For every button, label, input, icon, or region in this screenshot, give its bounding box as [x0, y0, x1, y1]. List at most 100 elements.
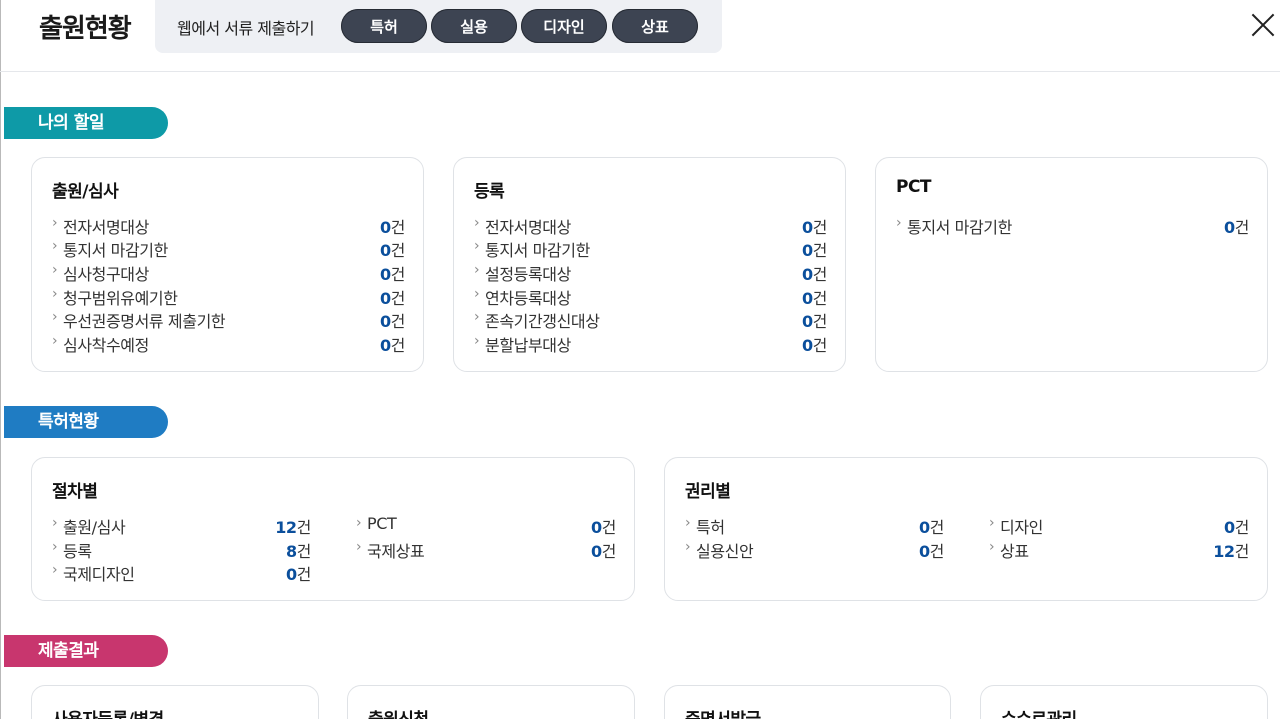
chevron-right-icon: › — [474, 333, 480, 349]
list-item[interactable]: › 특허 0건 — [685, 514, 944, 538]
item-count[interactable]: 0건 — [919, 538, 944, 562]
card-certificate-issue[interactable]: 증명서발급 — [664, 685, 951, 719]
list-item[interactable]: › 설정등록대상 0건 — [474, 261, 827, 285]
card-title: 권리별 — [685, 482, 731, 502]
section-submit-result-title: 제출결과 — [4, 635, 168, 667]
list-item[interactable]: › 통지서 마감기한 0건 — [474, 237, 827, 261]
list-item[interactable]: › 상표 12건 — [989, 538, 1249, 562]
chevron-right-icon: › — [474, 262, 480, 278]
item-count[interactable]: 0건 — [380, 237, 405, 261]
item-label: 상표 — [1000, 542, 1029, 561]
item-count[interactable]: 12건 — [1213, 538, 1249, 562]
item-count[interactable]: 0건 — [1224, 214, 1249, 238]
item-count[interactable]: 0건 — [802, 214, 827, 238]
item-count[interactable]: 12건 — [275, 514, 311, 538]
card-title: 출원/심사 — [52, 182, 119, 202]
item-count[interactable]: 0건 — [380, 332, 405, 356]
item-count[interactable]: 0건 — [802, 237, 827, 261]
item-count[interactable]: 0건 — [380, 214, 405, 238]
chevron-right-icon: › — [989, 539, 995, 555]
chevron-right-icon: › — [52, 515, 58, 531]
item-label: 심사청구대상 — [63, 265, 149, 284]
chevron-right-icon: › — [52, 238, 58, 254]
list-item[interactable]: › 통지서 마감기한 0건 — [52, 237, 405, 261]
list-item[interactable]: › 국제디자인 0건 — [52, 561, 311, 585]
item-label: 심사착수예정 — [63, 336, 149, 355]
card-title: 절차별 — [52, 482, 98, 502]
chevron-right-icon: › — [474, 286, 480, 302]
item-count[interactable]: 8건 — [286, 538, 311, 562]
chevron-right-icon: › — [474, 238, 480, 254]
list-item[interactable]: › 청구범위유예기한 0건 — [52, 285, 405, 309]
item-count[interactable]: 0건 — [380, 308, 405, 332]
card-title: PCT — [896, 177, 932, 197]
card-title: 증명서발급 — [685, 705, 761, 719]
card-title: 출원신청 — [368, 705, 429, 719]
list-item[interactable]: › PCT 0건 — [356, 514, 616, 538]
item-label: PCT — [367, 514, 397, 533]
submit-utility-button[interactable]: 실용 — [431, 9, 517, 43]
item-count[interactable]: 0건 — [1224, 514, 1249, 538]
item-label: 분할납부대상 — [485, 336, 571, 355]
card-title: 사용자등록/변경 — [52, 705, 164, 719]
item-count[interactable]: 0건 — [802, 308, 827, 332]
list-item[interactable]: › 출원/심사 12건 — [52, 514, 311, 538]
chevron-right-icon: › — [474, 309, 480, 325]
list-item[interactable]: › 통지서 마감기한 0건 — [896, 214, 1249, 238]
item-count[interactable]: 0건 — [802, 261, 827, 285]
submit-patent-button[interactable]: 특허 — [341, 9, 427, 43]
item-count[interactable]: 0건 — [380, 285, 405, 309]
chevron-right-icon: › — [685, 539, 691, 555]
list-item[interactable]: › 존속기간갱신대상 0건 — [474, 308, 827, 332]
card-by-procedure: 절차별 › 출원/심사 12건 › 등록 8건 › 국제디자인 0건 › PCT… — [31, 457, 635, 601]
item-count[interactable]: 0건 — [380, 261, 405, 285]
item-label: 등록 — [63, 542, 92, 561]
chevron-right-icon: › — [474, 215, 480, 231]
item-label: 특허 — [696, 518, 725, 537]
submit-trademark-button[interactable]: 상표 — [612, 9, 698, 43]
item-count[interactable]: 0건 — [286, 561, 311, 585]
chevron-right-icon: › — [356, 515, 362, 531]
card-registration: 등록 › 전자서명대상 0건 › 통지서 마감기한 0건 › 설정등록대상 0건… — [453, 157, 846, 372]
item-label: 통지서 마감기한 — [907, 218, 1012, 237]
item-count[interactable]: 0건 — [919, 514, 944, 538]
item-label: 국제디자인 — [63, 565, 135, 584]
card-by-right: 권리별 › 특허 0건 › 실용신안 0건 › 디자인 0건 › 상표 12건 — [664, 457, 1268, 601]
card-fee-management[interactable]: 수수료관리 — [980, 685, 1268, 719]
chevron-right-icon: › — [52, 333, 58, 349]
item-count[interactable]: 0건 — [591, 538, 616, 562]
list-item[interactable]: › 실용신안 0건 — [685, 538, 944, 562]
web-submit-bar: 웹에서 서류 제출하기 특허 실용 디자인 상표 — [155, 0, 722, 53]
submit-design-button[interactable]: 디자인 — [521, 9, 607, 43]
list-item[interactable]: › 등록 8건 — [52, 538, 311, 562]
chevron-right-icon: › — [989, 515, 995, 531]
chevron-right-icon: › — [685, 515, 691, 531]
item-label: 통지서 마감기한 — [485, 241, 590, 260]
list-item[interactable]: › 연차등록대상 0건 — [474, 285, 827, 309]
item-label: 연차등록대상 — [485, 289, 571, 308]
close-icon[interactable] — [1248, 10, 1278, 40]
list-item[interactable]: › 전자서명대상 0건 — [474, 214, 827, 238]
item-count[interactable]: 0건 — [591, 514, 616, 538]
item-count[interactable]: 0건 — [802, 285, 827, 309]
card-title: 수수료관리 — [1001, 705, 1077, 719]
list-item[interactable]: › 디자인 0건 — [989, 514, 1249, 538]
list-item[interactable]: › 분할납부대상 0건 — [474, 332, 827, 356]
item-label: 통지서 마감기한 — [63, 241, 168, 260]
card-title: 등록 — [474, 182, 505, 202]
item-label: 디자인 — [1000, 518, 1043, 537]
list-item[interactable]: › 전자서명대상 0건 — [52, 214, 405, 238]
section-patent-status-title: 특허현황 — [4, 406, 168, 438]
item-label: 전자서명대상 — [485, 218, 571, 237]
card-application-request[interactable]: 출원신청 — [347, 685, 635, 719]
card-user-registration[interactable]: 사용자등록/변경 — [31, 685, 319, 719]
chevron-right-icon: › — [52, 286, 58, 302]
item-label: 존속기간갱신대상 — [485, 312, 600, 331]
item-count[interactable]: 0건 — [802, 332, 827, 356]
list-item[interactable]: › 심사청구대상 0건 — [52, 261, 405, 285]
web-submit-label: 웹에서 서류 제출하기 — [177, 19, 315, 38]
list-item[interactable]: › 우선권증명서류 제출기한 0건 — [52, 308, 405, 332]
list-item[interactable]: › 심사착수예정 0건 — [52, 332, 405, 356]
item-label: 출원/심사 — [63, 518, 126, 537]
list-item[interactable]: › 국제상표 0건 — [356, 538, 616, 562]
